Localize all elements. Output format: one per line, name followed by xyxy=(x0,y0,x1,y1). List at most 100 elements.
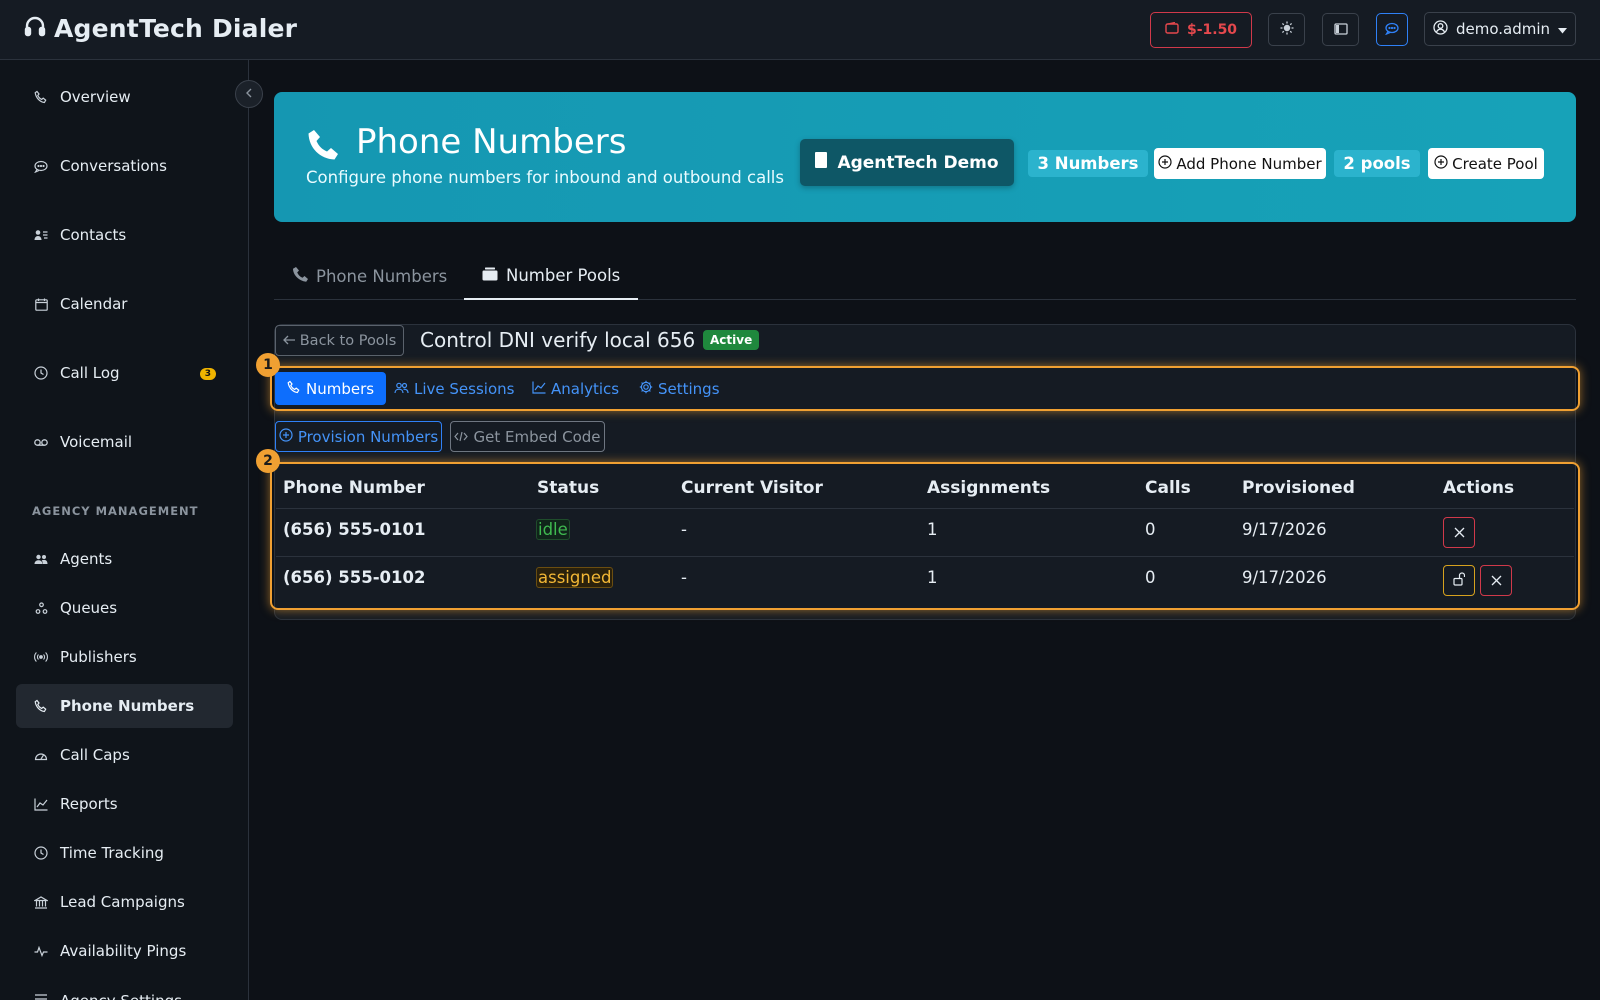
highlight-marker-2: 2 xyxy=(256,449,280,473)
sidebar-item-label: Agency Settings xyxy=(60,992,182,1000)
page-subtitle: Configure phone numbers for inbound and … xyxy=(306,168,784,187)
sidebar-item-availability-pings[interactable]: Availability Pings xyxy=(16,929,233,973)
calls-cell: 0 xyxy=(1145,520,1156,539)
add-phone-number-button[interactable]: Add Phone Number xyxy=(1154,148,1326,179)
chart-icon xyxy=(532,380,546,398)
sidebar-item-reports[interactable]: Reports xyxy=(16,782,233,826)
sun-icon xyxy=(1280,20,1294,39)
sidebar-collapse-button[interactable] xyxy=(235,80,263,108)
sidebar-item-label: Reports xyxy=(60,795,118,813)
tab-phone-numbers[interactable]: Phone Numbers xyxy=(274,252,465,300)
get-embed-code-label: Get Embed Code xyxy=(473,427,601,446)
wallet-icon xyxy=(1165,21,1179,38)
sidebar-item-agency-settings[interactable]: Agency Settings xyxy=(16,978,233,1000)
sidebar-item-overview[interactable]: Overview xyxy=(16,75,233,119)
subtab-label: Live Sessions xyxy=(414,379,515,398)
sidebar-item-voicemail[interactable]: Voicemail xyxy=(16,420,233,464)
user-circle-icon xyxy=(1433,19,1448,39)
sidebar-item-label: Call Log xyxy=(60,364,120,382)
sidebar-layout-icon xyxy=(1333,20,1348,39)
back-to-pools-label: Back to Pools xyxy=(299,332,397,349)
release-number-button[interactable] xyxy=(1480,565,1512,596)
sidebar-item-queues[interactable]: Queues xyxy=(16,586,233,630)
sidebar-item-phone-numbers[interactable]: Phone Numbers xyxy=(16,684,233,728)
calls-cell: 0 xyxy=(1145,568,1156,587)
phone-number-cell: (656) 555-0102 xyxy=(283,568,426,587)
organization-button[interactable]: AgentTech Demo xyxy=(800,139,1014,186)
provisioned-cell: 9/17/2026 xyxy=(1242,520,1327,539)
current-visitor-cell: - xyxy=(681,568,687,587)
sidebar-item-label: Conversations xyxy=(60,157,167,175)
chat-icon xyxy=(34,159,48,173)
sidebar-item-label: Queues xyxy=(60,599,118,617)
chart-icon xyxy=(34,797,48,811)
code-icon xyxy=(454,428,469,446)
sidebar-item-call-caps[interactable]: Call Caps xyxy=(16,733,233,777)
back-to-pools-button[interactable]: Back to Pools xyxy=(275,325,404,356)
create-pool-label: Create Pool xyxy=(1452,154,1538,173)
voicemail-icon xyxy=(34,435,48,449)
organization-name: AgentTech Demo xyxy=(837,152,999,173)
sidebar-item-call-log[interactable]: Call Log 3 xyxy=(16,351,233,395)
balance-value: $-1.50 xyxy=(1186,22,1238,38)
provision-numbers-button[interactable]: Provision Numbers xyxy=(275,421,442,452)
sidebar-item-time-tracking[interactable]: Time Tracking xyxy=(16,831,233,875)
contacts-icon xyxy=(34,228,48,242)
brand[interactable]: AgentTech Dialer xyxy=(24,14,297,43)
plus-circle-icon xyxy=(279,427,293,446)
provisioned-cell: 9/17/2026 xyxy=(1242,568,1327,587)
layout-toggle-button[interactable] xyxy=(1322,13,1359,46)
subtab-numbers[interactable]: Numbers xyxy=(275,372,387,405)
sidebar-item-label: Publishers xyxy=(60,648,137,666)
settings-icon xyxy=(34,992,48,1000)
phone-icon xyxy=(287,380,301,398)
assignments-cell: 1 xyxy=(927,568,938,587)
subtab-settings[interactable]: Settings xyxy=(627,372,732,405)
chat-toggle-button[interactable] xyxy=(1376,13,1408,46)
sidebar-item-calendar[interactable]: Calendar xyxy=(16,282,233,326)
numbers-count-badge: 3 Numbers xyxy=(1028,150,1148,177)
user-name: demo.admin xyxy=(1455,20,1551,38)
balance-button[interactable]: $-1.50 xyxy=(1150,12,1252,48)
release-number-button[interactable] xyxy=(1443,517,1475,548)
column-header-current-visitor: Current Visitor xyxy=(681,478,823,498)
pulse-icon xyxy=(34,944,48,958)
subtab-label: Numbers xyxy=(306,379,375,398)
create-pool-button[interactable]: Create Pool xyxy=(1428,148,1544,179)
theme-toggle-button[interactable] xyxy=(1268,13,1305,46)
sidebar-item-contacts[interactable]: Contacts xyxy=(16,213,233,257)
column-header-actions: Actions xyxy=(1443,478,1515,498)
bank-icon xyxy=(34,895,48,909)
subtab-label: Settings xyxy=(658,379,720,398)
user-menu-button[interactable]: demo.admin xyxy=(1424,12,1576,46)
headset-icon xyxy=(24,15,46,43)
sidebar-item-label: Contacts xyxy=(60,226,127,244)
sidebar-item-conversations[interactable]: Conversations xyxy=(16,144,233,188)
inbox-stack-icon xyxy=(482,266,498,285)
status-badge: idle xyxy=(536,519,570,540)
people-icon xyxy=(394,380,409,398)
tab-label: Number Pools xyxy=(506,265,621,285)
column-header-provisioned: Provisioned xyxy=(1242,478,1355,498)
tab-number-pools[interactable]: Number Pools xyxy=(464,252,639,300)
get-embed-code-button[interactable]: Get Embed Code xyxy=(450,421,605,452)
top-bar: AgentTech Dialer $-1.50 demo.admin xyxy=(0,0,1600,60)
subtab-label: Analytics xyxy=(551,379,620,398)
subtab-analytics[interactable]: Analytics xyxy=(520,372,631,405)
clock-icon xyxy=(34,846,48,860)
clock-icon xyxy=(34,366,48,380)
unlock-number-button[interactable] xyxy=(1443,565,1475,596)
phone-icon xyxy=(292,266,308,286)
call-log-count-badge: 3 xyxy=(199,368,216,380)
calendar-icon xyxy=(34,297,48,311)
sidebar-item-publishers[interactable]: Publishers xyxy=(16,635,233,679)
sidebar-item-lead-campaigns[interactable]: Lead Campaigns xyxy=(16,880,233,924)
unlock-icon xyxy=(1453,571,1466,590)
sidebar-item-agents[interactable]: Agents xyxy=(16,537,233,581)
close-icon xyxy=(1454,523,1465,542)
chat-icon xyxy=(1384,20,1399,39)
subtab-live-sessions[interactable]: Live Sessions xyxy=(382,372,526,405)
sidebar-item-label: Overview xyxy=(60,88,131,106)
column-header-assignments: Assignments xyxy=(927,478,1051,498)
column-header-calls: Calls xyxy=(1145,478,1191,498)
